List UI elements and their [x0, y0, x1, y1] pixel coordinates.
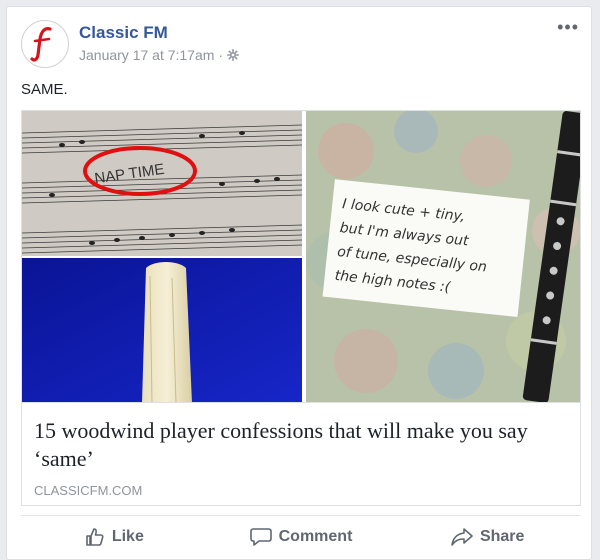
post-timestamp[interactable]: January 17 at 7:17am	[79, 47, 214, 63]
actions-divider	[21, 515, 581, 516]
link-domain: CLASSICFM.COM	[34, 483, 143, 498]
link-title[interactable]: 15 woodwind player confessions that will…	[34, 417, 564, 473]
classic-fm-logo-icon	[23, 22, 67, 66]
post-image-collage[interactable]: NAP TIME I look cute + tiny, but I'm alw…	[21, 110, 581, 402]
like-label: Like	[111, 528, 144, 545]
like-button[interactable]: Like	[21, 517, 208, 557]
comment-button[interactable]: Comment	[208, 517, 395, 557]
more-options-icon[interactable]: •••	[557, 17, 579, 38]
meta-separator: ·	[218, 47, 224, 63]
comment-label: Comment	[278, 528, 353, 545]
share-button[interactable]: Share	[394, 517, 581, 557]
page-name-link[interactable]: Classic FM	[79, 23, 168, 43]
comment-icon	[249, 528, 272, 546]
share-label: Share	[479, 528, 525, 545]
share-icon	[451, 528, 473, 546]
post-card: Classic FM January 17 at 7:17am · ••• SA…	[6, 6, 592, 560]
clarinet-note-photo: I look cute + tiny, but I'm always out o…	[306, 111, 580, 402]
post-actions-bar: Like Comment Share	[21, 517, 581, 557]
page-avatar[interactable]	[21, 20, 69, 68]
thumbs-up-icon	[86, 528, 104, 546]
reed-photo	[22, 258, 302, 402]
post-message: SAME.	[21, 81, 68, 98]
link-preview[interactable]: 15 woodwind player confessions that will…	[21, 402, 581, 506]
gear-icon[interactable]	[227, 49, 240, 61]
sheet-music-photo: NAP TIME	[22, 111, 303, 256]
post-meta: January 17 at 7:17am ·	[79, 47, 240, 63]
